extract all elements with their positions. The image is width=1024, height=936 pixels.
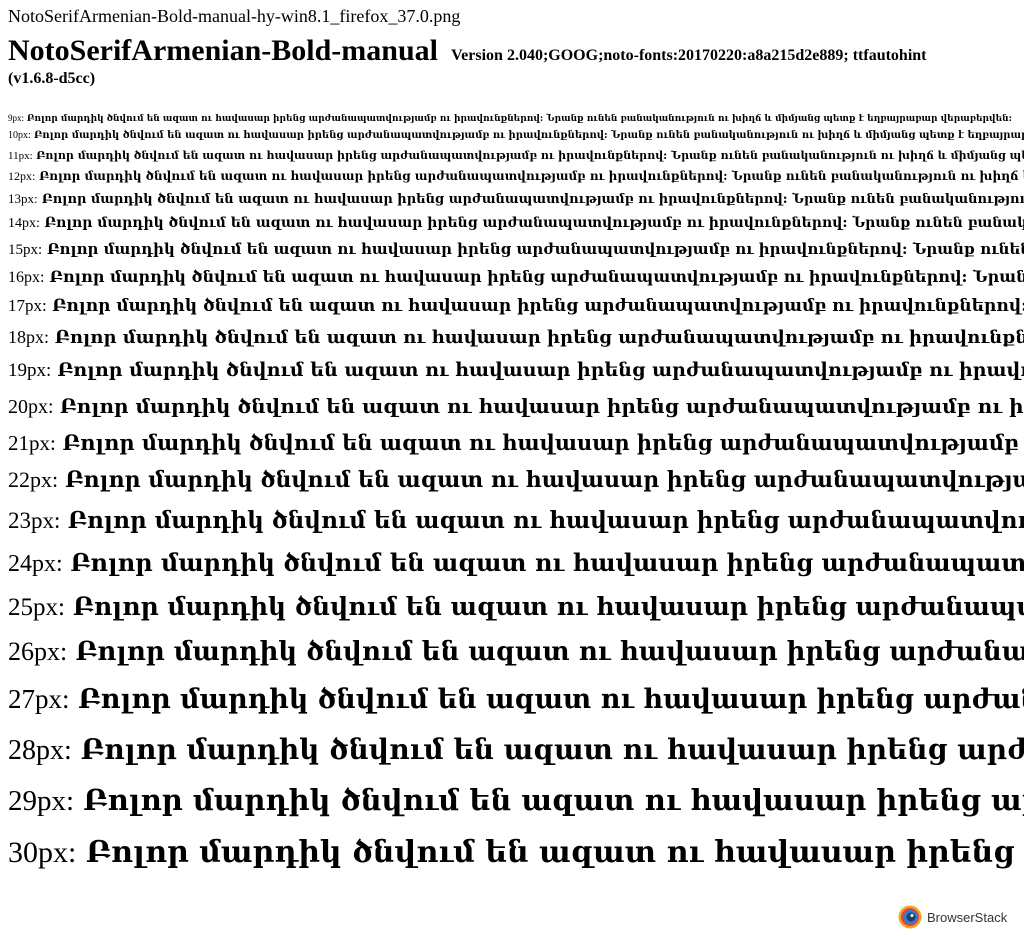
sample-line-27px: 27px: Բոլոր մարդիկ ծնվում են ազատ ու հավ… (8, 684, 1024, 715)
sample-size-label: 27px: (8, 684, 70, 714)
sample-text: Բոլոր մարդիկ ծնվում են ազատ ու հավասար ի… (46, 240, 1024, 258)
sample-line-30px: 30px: Բոլոր մարդիկ ծնվում են ազատ ու հավ… (8, 835, 1024, 870)
sample-text: Բոլոր մարդիկ ծնվում են ազատ ու հավասար ի… (36, 149, 1024, 162)
sample-line-28px: 28px: Բոլոր մարդիկ ծնվում են ազատ ու հավ… (8, 733, 1024, 767)
sample-text: Բոլոր մարդիկ ծնվում են ազատ ու հավասար ի… (41, 192, 1024, 207)
sample-line-18px: 18px: Բոլոր մարդիկ ծնվում են ազատ ու հավ… (8, 327, 1024, 348)
sample-line-12px: 12px: Բոլոր մարդիկ ծնվում են ազատ ու հավ… (8, 169, 1024, 184)
sample-line-26px: 26px: Բոլոր մարդիկ ծնվում են ազատ ու հավ… (8, 637, 1024, 667)
sample-line-10px: 10px: Բոլոր մարդիկ ծնվում են ազատ ու հավ… (8, 130, 1024, 141)
sample-size-label: 30px: (8, 836, 77, 869)
sample-size-label: 23px: (8, 508, 61, 533)
sample-text: Բոլոր մարդիկ ծնվում են ազատ ու հավասար ի… (67, 507, 1024, 534)
sample-size-label: 15px: (8, 242, 43, 258)
sample-size-label: 9px: (8, 113, 25, 123)
sample-size-label: 26px: (8, 637, 68, 666)
sample-size-label: 21px: (8, 431, 56, 455)
sample-line-14px: 14px: Բոլոր մարդիկ ծնվում են ազատ ու հավ… (8, 215, 1024, 232)
sample-size-label: 25px: (8, 594, 65, 621)
sample-line-9px: 9px: Բոլոր մարդիկ ծնվում են ազատ ու հավա… (8, 113, 1012, 124)
sample-size-label: 22px: (8, 467, 59, 492)
sample-size-label: 10px: (8, 130, 31, 141)
sample-size-label: 11px: (8, 150, 33, 162)
sample-line-25px: 25px: Բոլոր մարդիկ ծնվում են ազատ ու հավ… (8, 592, 1024, 622)
sample-line-16px: 16px: Բոլոր մարդիկ ծնվում են ազատ ու հավ… (8, 267, 1024, 287)
sample-line-21px: 21px: Բոլոր մարդիկ ծնվում են ազատ ու հավ… (8, 430, 1024, 456)
sample-size-label: 29px: (8, 785, 75, 817)
sample-list: 9px: Բոլոր մարդիկ ծնվում են ազատ ու հավա… (0, 0, 1024, 936)
sample-line-15px: 15px: Բոլոր մարդիկ ծնվում են ազատ ու հավ… (8, 240, 1024, 259)
sample-size-label: 20px: (8, 396, 54, 418)
sample-text: Բոլոր մարդիկ ծնվում են ազատ ու հավասար ի… (78, 684, 1024, 715)
sample-line-22px: 22px: Բոլոր մարդիկ ծնվում են ազատ ու հավ… (8, 467, 1024, 493)
sample-text: Բոլոր մարդիկ ծնվում են ազատ ու հավասար ի… (57, 359, 1024, 381)
sample-text: Բոլոր մարդիկ ծնվում են ազատ ու հավասար ի… (44, 215, 1024, 231)
sample-text: Բոլոր մարդիկ ծնվում են ազատ ու հավասար ի… (52, 296, 1024, 316)
sample-line-17px: 17px: Բոլոր մարդիկ ծնվում են ազատ ու հավ… (8, 296, 1024, 316)
sample-text: Բոլոր մարդիկ ծնվում են ազատ ու հավասար ի… (39, 169, 1024, 183)
sample-text: Բոլոր մարդիկ ծնվում են ազատ ու հավասար ի… (26, 114, 1012, 124)
sample-size-label: 19px: (8, 360, 52, 381)
sample-size-label: 24px: (8, 551, 63, 577)
sample-text: Բոլոր մարդիկ ծնվում են ազատ ու հավասար ի… (62, 430, 1024, 455)
sample-text: Բոլոր մարդիկ ծնվում են ազատ ու հավասար ի… (72, 592, 1024, 621)
sample-text: Բոլոր մարդիկ ծնվում են ազատ ու հավասար ի… (59, 394, 1024, 418)
sample-line-20px: 20px: Բոլոր մարդիկ ծնվում են ազատ ու հավ… (8, 394, 1024, 419)
sample-size-label: 18px: (8, 327, 50, 347)
sample-text: Բոլոր մարդիկ ծնվում են ազատ ու հավասար ի… (75, 637, 1024, 667)
sample-size-label: 13px: (8, 191, 38, 206)
sample-line-19px: 19px: Բոլոր մարդիկ ծնվում են ազատ ու հավ… (8, 359, 1024, 382)
sample-size-label: 14px: (8, 216, 40, 231)
sample-size-label: 28px: (8, 735, 72, 766)
sample-line-11px: 11px: Բոլոր մարդիկ ծնվում են ազատ ու հավ… (8, 149, 1024, 162)
sample-text: Բոլոր մարդիկ ծնվում են ազատ ու հավասար ի… (70, 548, 1024, 577)
sample-line-13px: 13px: Բոլոր մարդիկ ծնվում են ազատ ու հավ… (8, 191, 1024, 207)
sample-text: Բոլոր մարդիկ ծնվում են ազատ ու հավասար ի… (54, 327, 1024, 348)
sample-line-29px: 29px: Բոլոր մարդիկ ծնվում են ազատ ու հավ… (8, 783, 1024, 818)
sample-line-23px: 23px: Բոլոր մարդիկ ծնվում են ազատ ու հավ… (8, 507, 1024, 534)
browserstack-badge: BrowserStack (898, 904, 1007, 930)
sample-text: Բոլոր մարդիկ ծնվում են ազատ ու հավասար ի… (65, 467, 1024, 493)
sample-size-label: 17px: (8, 296, 47, 315)
sample-text: Բոլոր մարդիկ ծնվում են ազատ ու հավասար ի… (33, 130, 1024, 141)
sample-text: Բոլոր մարդիկ ծնվում են ազատ ու հավասար ի… (85, 835, 1024, 870)
sample-text: Բոլոր մարդիկ ծնվում են ազատ ու հավասար ի… (83, 783, 1024, 817)
browserstack-logo-icon (898, 905, 922, 929)
sample-text: Բոլոր մարդիկ ծնվում են ազատ ու հավասար ի… (49, 267, 1024, 286)
sample-line-24px: 24px: Բոլոր մարդիկ ծնվում են ազատ ու հավ… (8, 548, 1024, 578)
sample-text: Բոլոր մարդիկ ծնվում են ազատ ու հավասար ի… (80, 733, 1024, 766)
browserstack-label: BrowserStack (927, 909, 1008, 925)
sample-size-label: 12px: (8, 169, 36, 183)
sample-size-label: 16px: (8, 269, 45, 286)
